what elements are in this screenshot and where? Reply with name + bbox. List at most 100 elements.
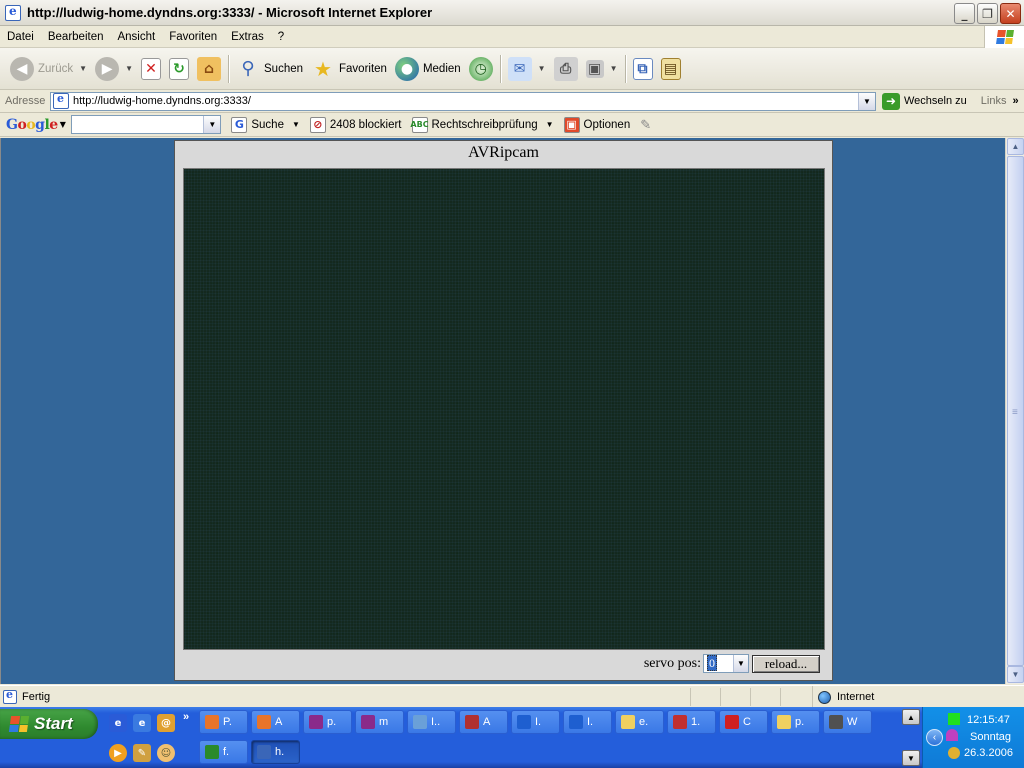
- task-label: I.: [535, 716, 542, 728]
- toolbar-separator: [228, 54, 229, 83]
- print-button[interactable]: ⎙: [550, 52, 582, 86]
- google-search-menu-dropdown-icon[interactable]: ▼: [292, 120, 300, 129]
- scroll-up-button[interactable]: ▲: [1007, 138, 1024, 155]
- highlighter-button[interactable]: ✎: [640, 117, 651, 133]
- options-button[interactable]: ▣ Optionen: [563, 116, 630, 133]
- refresh-button[interactable]: ↻: [165, 52, 193, 86]
- servo-value: 0: [707, 655, 717, 671]
- status-bar: Fertig Internet: [0, 685, 1024, 708]
- taskbar-task-button[interactable]: I..: [407, 710, 456, 734]
- servo-dropdown-icon[interactable]: ▼: [733, 655, 748, 672]
- stop-icon: ✕: [141, 57, 161, 80]
- menu-extras[interactable]: Extras: [224, 31, 271, 43]
- mail-button[interactable]: ✉ ▼: [504, 52, 550, 86]
- menu-help[interactable]: ?: [271, 31, 291, 43]
- forward-button[interactable]: ▶ ▼: [91, 52, 137, 86]
- spellcheck-icon: ABC: [410, 116, 429, 133]
- servo-label: servo pos:: [643, 655, 701, 671]
- chevron-right-icon[interactable]: »: [1012, 95, 1018, 107]
- scroll-thumb[interactable]: [1007, 156, 1024, 666]
- tray-expand-icon[interactable]: ‹: [926, 729, 943, 746]
- home-button[interactable]: ⌂: [193, 52, 225, 86]
- quick-launch-pencil-icon[interactable]: ✎: [133, 744, 151, 762]
- task-app-icon: [257, 745, 271, 759]
- media-button[interactable]: ● Medien: [391, 52, 465, 86]
- vertical-scrollbar[interactable]: ▲ ▼: [1005, 138, 1024, 684]
- taskbar-task-button[interactable]: p.: [771, 710, 820, 734]
- google-search-input[interactable]: ▼: [71, 115, 222, 134]
- popup-blocker-button[interactable]: ⊘ 2408 blockiert: [309, 116, 402, 133]
- go-button[interactable]: Wechseln zu: [904, 95, 967, 107]
- search-button[interactable]: ⚲ Suchen: [232, 52, 307, 86]
- taskbar-task-button[interactable]: A: [251, 710, 300, 734]
- taskbar-task-button[interactable]: C: [719, 710, 768, 734]
- taskbar-task-button[interactable]: I.: [511, 710, 560, 734]
- copy-button[interactable]: ⧉: [629, 52, 657, 86]
- task-label: W: [847, 716, 858, 728]
- edit-button[interactable]: ▣ ▼: [582, 52, 622, 86]
- google-search-dropdown-icon[interactable]: ▼: [203, 116, 221, 133]
- back-dropdown-icon[interactable]: ▼: [79, 64, 87, 73]
- quick-launch-media-player-icon[interactable]: ▶: [109, 744, 127, 762]
- clock[interactable]: 12:15:47: [967, 714, 1010, 726]
- taskbar-task-button[interactable]: e.: [615, 710, 664, 734]
- quick-launch-ie2-icon[interactable]: e: [133, 714, 151, 732]
- keys-icon[interactable]: [948, 747, 960, 759]
- mail-dropdown-icon[interactable]: ▼: [538, 64, 546, 73]
- umbrella-icon[interactable]: [946, 729, 958, 741]
- reload-button[interactable]: reload...: [752, 654, 820, 673]
- servo-position-select[interactable]: 0 ▼: [703, 654, 749, 673]
- history-button[interactable]: ◷: [465, 52, 497, 86]
- taskbar-scroll-down-icon[interactable]: ▼: [902, 750, 920, 766]
- address-input[interactable]: http://ludwig-home.dyndns.org:3333/ ▼: [50, 91, 876, 111]
- date: 26.3.2006: [964, 747, 1013, 759]
- minimize-button[interactable]: _: [954, 3, 975, 24]
- task-app-icon: [725, 715, 739, 729]
- servo-controls: servo pos: 0 ▼ reload...: [644, 654, 820, 673]
- taskbar-task-button[interactable]: I.: [563, 710, 612, 734]
- quick-launch-outlook-icon[interactable]: @: [157, 714, 175, 732]
- network-status-icon[interactable]: [948, 713, 960, 725]
- scroll-down-button[interactable]: ▼: [1007, 666, 1024, 683]
- edit-dropdown-icon[interactable]: ▼: [610, 64, 618, 73]
- google-menu-dropdown-icon[interactable]: ▼: [60, 120, 66, 129]
- security-zone[interactable]: Internet: [812, 686, 874, 708]
- forward-dropdown-icon[interactable]: ▼: [125, 64, 133, 73]
- start-button[interactable]: Start: [0, 709, 98, 739]
- paste-button[interactable]: ▤: [657, 52, 685, 86]
- back-button[interactable]: ◀ Zurück ▼: [6, 52, 91, 86]
- menu-bearbeiten[interactable]: Bearbeiten: [41, 31, 111, 43]
- close-button[interactable]: ✕: [1000, 3, 1021, 24]
- menu-ansicht[interactable]: Ansicht: [110, 31, 162, 43]
- quick-launch-ie-icon[interactable]: e: [109, 714, 127, 732]
- taskbar-task-button[interactable]: m: [355, 710, 404, 734]
- taskbar-task-button[interactable]: 1.: [667, 710, 716, 734]
- menu-datei[interactable]: Datei: [0, 31, 41, 43]
- favorites-button[interactable]: ★ Favoriten: [307, 52, 391, 86]
- taskbar-task-button[interactable]: p.: [303, 710, 352, 734]
- taskbar-task-button[interactable]: f.: [199, 740, 248, 764]
- task-label: p.: [327, 716, 337, 728]
- taskbar-task-button[interactable]: W: [823, 710, 872, 734]
- address-url[interactable]: http://ludwig-home.dyndns.org:3333/: [73, 95, 251, 107]
- taskbar-scroll-up-icon[interactable]: ▲: [902, 709, 920, 725]
- maximize-button[interactable]: ❐: [977, 3, 998, 24]
- menu-favoriten[interactable]: Favoriten: [162, 31, 224, 43]
- google-logo[interactable]: Google ▼: [6, 117, 66, 133]
- google-search-button[interactable]: G Suche ▼: [231, 116, 300, 133]
- task-app-icon: [517, 715, 531, 729]
- taskbar-task-button[interactable]: A: [459, 710, 508, 734]
- task-label: I..: [431, 716, 441, 728]
- links-label[interactable]: Links: [981, 95, 1007, 107]
- quick-launch-smiley-icon[interactable]: ☺: [157, 744, 175, 762]
- taskbar-task-button[interactable]: P.: [199, 710, 248, 734]
- spellcheck-dropdown-icon[interactable]: ▼: [546, 120, 554, 129]
- go-arrow-icon[interactable]: ➜: [882, 92, 900, 110]
- task-label: f.: [223, 746, 230, 758]
- taskbar-task-button[interactable]: h.: [251, 740, 300, 764]
- ie-icon[interactable]: [5, 4, 21, 21]
- address-dropdown-icon[interactable]: ▼: [858, 92, 875, 110]
- spellcheck-button[interactable]: ABC Rechtschreibprüfung ▼: [410, 116, 554, 133]
- stop-button[interactable]: ✕: [137, 52, 165, 86]
- quick-launch-more-icon[interactable]: »: [183, 711, 189, 723]
